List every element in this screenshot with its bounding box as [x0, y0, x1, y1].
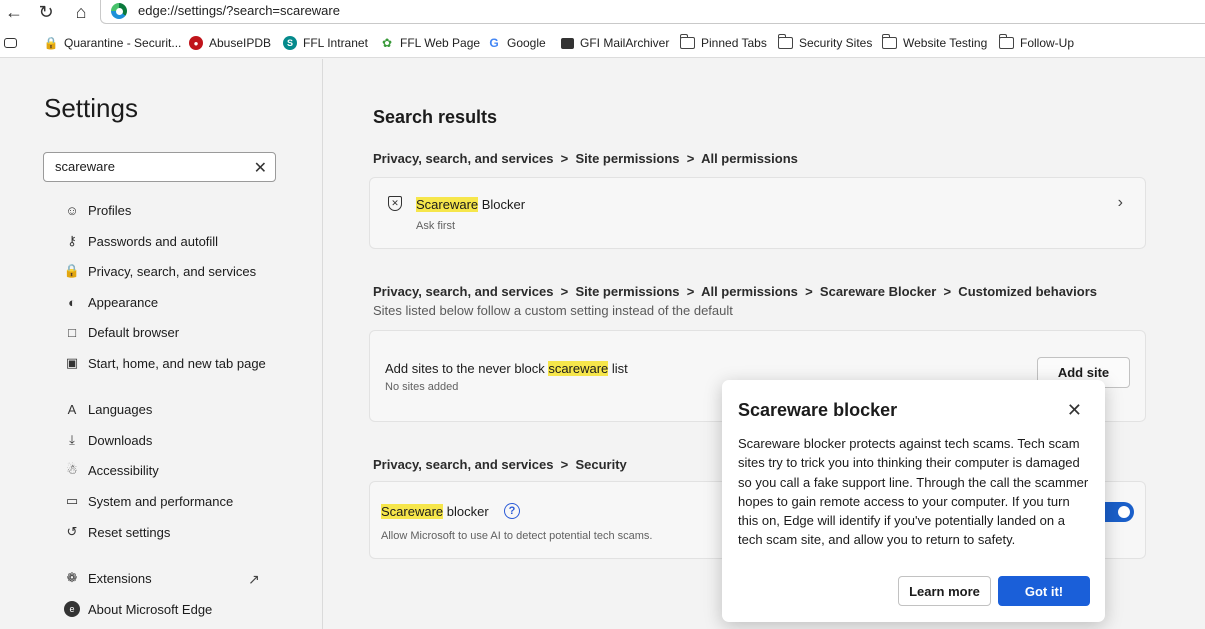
download-icon: ⤓: [69, 432, 75, 447]
sidebar-item-reset[interactable]: ↺ Reset settings: [64, 522, 171, 542]
got-it-button[interactable]: Got it!: [998, 576, 1090, 606]
edge-icon: e: [64, 601, 80, 617]
page-title: Settings: [44, 93, 138, 123]
sidebar-item-languages[interactable]: A Languages: [64, 399, 153, 419]
results-heading: Search results: [373, 107, 498, 127]
sidebar-item-privacy[interactable]: 🔒 Privacy, search, and services: [64, 261, 256, 281]
google-icon: G: [489, 36, 499, 50]
profile-icon: ☺: [65, 202, 79, 218]
close-icon[interactable]: ✕: [254, 158, 267, 178]
laptop-icon: ▭: [65, 493, 79, 508]
sidebar-item-start-home[interactable]: ▣ Start, home, and new tab page: [64, 353, 266, 373]
palette-icon: ◐: [68, 294, 76, 310]
sidebar-item-default-browser[interactable]: □ Default browser: [64, 322, 179, 342]
sidebar-item-extensions[interactable]: ❁ Extensions: [64, 568, 152, 588]
favorite-item[interactable]: ● AbuseIPDB: [189, 35, 271, 51]
dialog-title: Scareware blocker: [738, 400, 898, 420]
favorite-item[interactable]: G Google: [487, 35, 545, 51]
refresh-icon[interactable]: ↻: [35, 1, 57, 23]
sidebar-item-system[interactable]: ▭ System and performance: [64, 491, 233, 511]
sidebar-item-accessibility[interactable]: ☃ Accessibility: [64, 460, 159, 480]
address-url[interactable]: edge://settings/?search=scareware: [138, 3, 340, 18]
search-input[interactable]: [55, 159, 235, 174]
sidebar-item-appearance[interactable]: ◐ Appearance: [64, 292, 158, 312]
folder-icon: [778, 34, 793, 49]
languages-icon: A: [67, 401, 77, 417]
help-icon[interactable]: ?: [504, 503, 520, 519]
reset-icon: ↺: [66, 524, 78, 539]
browser-icon: □: [68, 324, 76, 340]
collections-icon[interactable]: [4, 35, 23, 51]
key-icon: ⚷: [67, 233, 77, 248]
gfi-icon: [561, 37, 574, 49]
card-subtitle: No sites added: [385, 381, 459, 393]
favorite-item[interactable]: 🔒 Quarantine - Securit...: [43, 35, 182, 51]
learn-more-button[interactable]: Learn more: [898, 576, 991, 606]
address-row: ← ↻ ⌂ edge://settings/?search=scareware: [0, 0, 1205, 28]
abuseipdb-icon: ●: [189, 36, 203, 50]
favorite-folder[interactable]: Security Sites: [778, 34, 872, 51]
folder-icon: [680, 34, 695, 49]
favorite-item[interactable]: S FFL Intranet: [283, 35, 368, 51]
folder-icon: [999, 34, 1014, 49]
lock-icon: 🔒: [63, 263, 81, 278]
favorite-folder[interactable]: Pinned Tabs: [680, 34, 767, 51]
sidebar-item-passwords[interactable]: ⚷ Passwords and autofill: [64, 231, 218, 251]
sidebar-item-profiles[interactable]: ☺ Profiles: [64, 200, 131, 220]
settings-sidebar: Settings ✕ ☺Profiles ⚷Passwords and auto…: [0, 59, 323, 629]
edge-logo-icon: [111, 3, 127, 19]
shield-icon: ✕: [388, 196, 402, 211]
puzzle-icon: ❁: [66, 570, 78, 585]
card-title: Scareware blocker: [381, 504, 489, 519]
home-icon[interactable]: ⌂: [70, 1, 92, 23]
chevron-right-icon[interactable]: ›: [1118, 194, 1123, 212]
lock-icon: 🔒: [43, 36, 59, 50]
folder-icon: [882, 34, 897, 49]
card-subtitle: Allow Microsoft to use AI to detect pote…: [381, 530, 653, 542]
address-bar[interactable]: edge://settings/?search=scareware: [100, 0, 1205, 24]
sidebar-item-downloads[interactable]: ⤓ Downloads: [64, 430, 152, 450]
external-link-icon[interactable]: ↗: [248, 571, 260, 588]
home-tab-icon: ▣: [65, 355, 79, 370]
breadcrumb-description: Sites listed below follow a custom setti…: [373, 303, 733, 318]
favorite-item[interactable]: ✿ FFL Web Page: [380, 35, 480, 51]
sharepoint-icon: S: [283, 36, 297, 50]
card-title: Add sites to the never block scareware l…: [385, 361, 628, 376]
card-subtitle: Ask first: [416, 220, 456, 232]
breadcrumb: Privacy, search, and services > Site per…: [373, 151, 798, 166]
back-arrow-icon[interactable]: ←: [3, 1, 25, 23]
sidebar-item-about[interactable]: e About Microsoft Edge: [64, 599, 212, 619]
breadcrumb: Privacy, search, and services > Security: [373, 457, 627, 472]
card-title: Scareware Blocker: [416, 197, 526, 212]
favorite-folder[interactable]: Website Testing: [882, 34, 987, 51]
leaf-icon: ✿: [381, 36, 393, 50]
settings-search[interactable]: ✕: [43, 152, 276, 182]
favorites-bar: 🔒 Quarantine - Securit... ● AbuseIPDB S FFL…: [0, 28, 1205, 58]
favorite-item[interactable]: GFI MailArchiver: [561, 35, 669, 51]
scareware-blocker-permission-card[interactable]: ✕ Scareware Blocker Ask first ›: [369, 177, 1146, 249]
close-icon[interactable]: ✕: [1067, 400, 1082, 421]
dialog-body: Scareware blocker protects against tech …: [738, 436, 1089, 548]
scareware-info-dialog: Scareware blocker ✕ Scareware blocker pr…: [722, 380, 1105, 622]
favorite-folder[interactable]: Follow-Up: [999, 34, 1074, 51]
accessibility-icon: ☃: [66, 462, 78, 477]
breadcrumb: Privacy, search, and services > Site per…: [373, 284, 1098, 299]
